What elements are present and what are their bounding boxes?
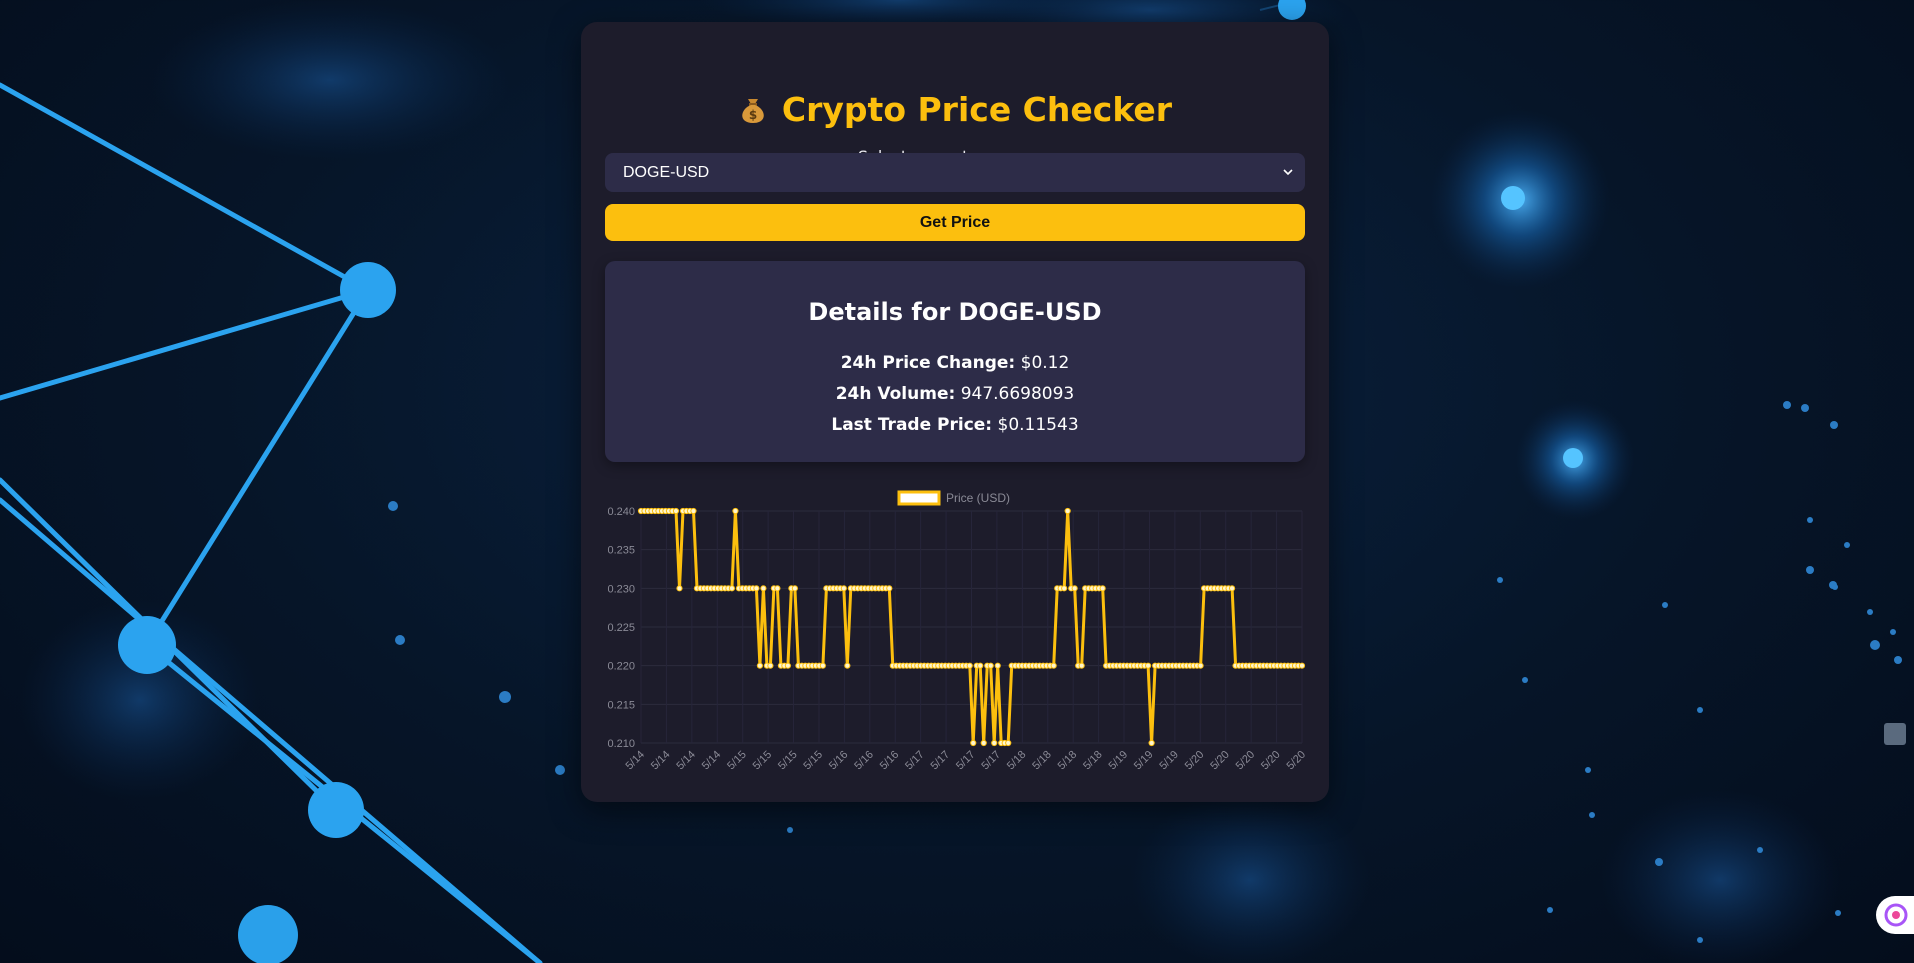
data-point [760,585,767,592]
legend-swatch [897,490,941,506]
x-tick-label: 5/16 [852,749,876,773]
data-point [819,662,826,669]
data-point [980,739,987,747]
data-point [756,662,764,669]
data-point [1145,662,1152,669]
detail-value: $0.11543 [997,415,1079,435]
get-price-button[interactable]: Get Price [605,204,1305,241]
x-tick-label: 5/18 [1030,749,1054,773]
page-title: $ Crypto Price Checker [581,86,1329,134]
detail-key: 24h Volume: [835,384,956,404]
x-tick-label: 5/19 [1157,749,1181,773]
y-tick-label: 0.235 [607,545,635,557]
data-point [1064,507,1071,515]
x-tick-label: 5/17 [979,749,1003,773]
detail-last-trade: Last Trade Price: $0.11543 [605,413,1305,437]
x-tick-label: 5/15 [751,749,775,773]
data-point [966,662,973,669]
y-tick-label: 0.225 [607,622,635,634]
x-tick-label: 5/17 [929,749,953,773]
page-title-text: Crypto Price Checker [781,90,1173,129]
data-point [690,507,697,515]
x-tick-label: 5/14 [649,749,673,773]
x-tick-label: 5/14 [623,749,647,773]
x-tick-label: 5/17 [954,749,978,773]
x-tick-label: 5/15 [801,749,825,773]
data-point [1148,739,1155,747]
data-point [753,585,760,592]
data-point [1050,662,1057,669]
money-bag-icon: $ [742,99,764,123]
x-tick-label: 5/15 [776,749,800,773]
x-tick-label: 5/14 [674,749,698,773]
extension-widget[interactable] [1884,723,1906,745]
data-point [977,662,984,669]
details-title: Details for DOGE-USD [808,298,1102,326]
data-point [1099,585,1106,592]
data-point [991,739,998,747]
data-point [784,662,791,669]
detail-value: $0.12 [1020,353,1070,373]
data-point [1298,662,1306,669]
crypto-select-value: DOGE-USD [623,164,710,181]
data-point [732,507,739,515]
x-tick-label: 5/16 [878,749,902,773]
data-point [994,662,1001,669]
x-tick-label: 5/20 [1208,749,1232,773]
detail-value: 947.6698093 [960,384,1075,404]
x-tick-label: 5/18 [1005,749,1029,773]
x-tick-label: 5/19 [1107,749,1131,773]
x-tick-label: 5/14 [700,749,724,773]
data-point [1071,585,1078,592]
y-tick-label: 0.210 [607,738,635,750]
x-tick-label: 5/18 [1056,749,1080,773]
x-tick-label: 5/19 [1132,749,1156,773]
x-tick-label: 5/18 [1081,749,1105,773]
detail-key: 24h Price Change: [840,353,1016,373]
data-point [970,739,977,747]
data-point [1061,585,1068,592]
data-point [728,585,736,592]
y-tick-label: 0.215 [607,699,635,711]
price-chart: 0.2400.2350.2300.2250.2200.2150.2105/14 5… [607,490,1308,773]
data-point [767,662,774,669]
detail-price-change: 24h Price Change: $0.12 [605,351,1305,375]
svg-text:$: $ [749,108,757,122]
detail-volume: 24h Volume: 947.6698093 [605,382,1305,406]
crypto-select[interactable]: DOGE-USD [605,153,1305,192]
y-tick-label: 0.230 [607,583,635,595]
x-tick-label: 5/20 [1284,749,1308,773]
data-point [886,585,893,592]
details-panel: Details for DOGE-USD 24h Price Change: $… [605,261,1305,462]
data-point [987,662,994,669]
legend-label: Price (USD) [946,491,1010,505]
assistant-icon [1884,903,1908,927]
chevron-down-icon [1283,169,1293,176]
assistant-widget[interactable] [1876,896,1914,934]
data-point [791,585,798,592]
x-tick-label: 5/20 [1183,749,1207,773]
data-point [676,585,683,592]
x-tick-label: 5/16 [827,749,851,773]
x-tick-label: 5/15 [725,749,749,773]
data-point [1228,585,1236,592]
data-point [1005,739,1012,747]
data-point [840,585,847,592]
data-point [844,662,851,669]
x-tick-label: 5/17 [903,749,927,773]
data-point [672,507,680,515]
data-point [1078,662,1085,669]
data-point [774,585,781,592]
x-tick-label: 5/20 [1259,749,1283,773]
x-tick-label: 5/20 [1234,749,1258,773]
y-tick-label: 0.220 [607,661,635,673]
data-point [1197,662,1204,669]
y-tick-label: 0.240 [607,506,635,518]
detail-key: Last Trade Price: [831,415,993,435]
